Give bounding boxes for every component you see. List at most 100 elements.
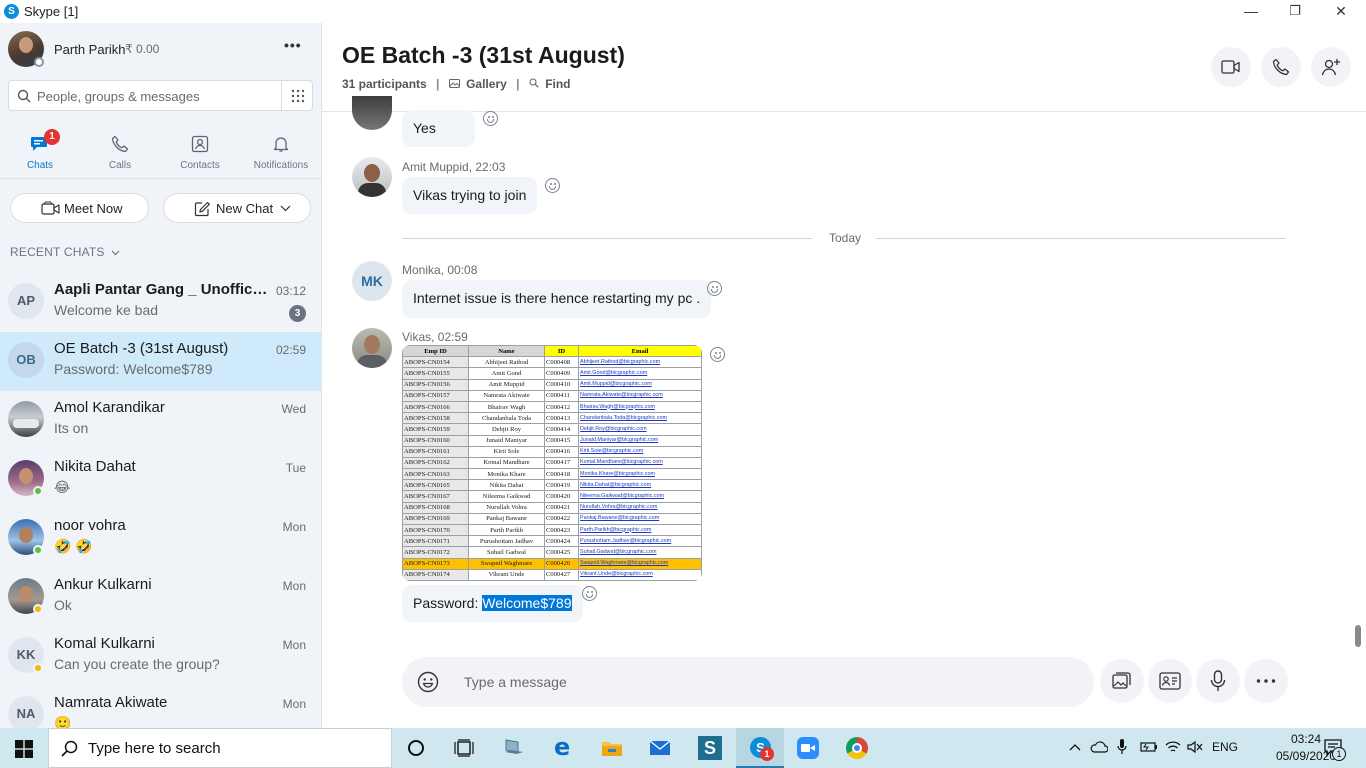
maximize-button[interactable]: ❐	[1272, 0, 1318, 23]
zoom-app-icon[interactable]	[784, 728, 832, 768]
share-contact-button[interactable]	[1148, 659, 1192, 703]
chat-item-komal-kulkarni[interactable]: KK Komal Kulkarni Can you create the gro…	[0, 627, 321, 686]
find-link[interactable]: Find	[545, 77, 570, 91]
spreadsheet-body: ABOPS-CN0154 Abhijeet Rathod C000408 Abhije…	[402, 356, 702, 581]
close-button[interactable]: ✕	[1318, 0, 1364, 23]
message-bubble[interactable]: Password: Welcome$789	[402, 585, 583, 622]
search-input[interactable]	[37, 87, 277, 105]
chat-item-nikita-dahat[interactable]: Nikita Dahat 😂 Tue	[0, 450, 321, 509]
chat-item-amol-karandikar[interactable]: Amol Karandikar Its on Wed	[0, 391, 321, 450]
volume-muted-icon[interactable]	[1187, 740, 1203, 754]
add-participant-button[interactable]	[1311, 47, 1351, 87]
tab-contacts[interactable]: Contacts	[160, 127, 240, 177]
id-cell: C000424	[544, 535, 579, 548]
conversation-title[interactable]: OE Batch -3 (31st August)	[342, 42, 625, 69]
add-reaction-icon[interactable]	[545, 178, 560, 193]
id-cell: C000408	[544, 356, 579, 369]
tab-calls[interactable]: Calls	[80, 127, 160, 177]
chat-item-aapli-pantar-gang[interactable]: AP Aapli Pantar Gang _ Unoffici... Welco…	[0, 273, 321, 332]
sway-app-icon[interactable]: S	[686, 728, 734, 768]
task-view-icon[interactable]	[440, 728, 488, 768]
profile-more-button[interactable]: •••	[284, 37, 302, 53]
sender-name: Vikas, 02:59	[402, 330, 468, 344]
message-bubble[interactable]: Internet issue is there hence restarting…	[402, 280, 712, 318]
language-indicator[interactable]: ENG	[1212, 740, 1238, 754]
name-cell: Monika Khare	[468, 468, 545, 481]
taskbar-search-box[interactable]: Type here to search	[48, 728, 392, 768]
microphone-icon	[1210, 670, 1226, 691]
add-reaction-icon[interactable]	[707, 281, 722, 296]
add-reaction-icon[interactable]	[483, 111, 498, 126]
new-chat-button[interactable]: New Chat	[163, 193, 311, 223]
windows-taskbar: Type here to search e S S 1 ENG 03:24 05…	[0, 728, 1366, 768]
recent-chats-header[interactable]: RECENT CHATS	[10, 245, 120, 259]
profile-credit[interactable]: ₹ 0.00	[125, 42, 159, 56]
tab-chats[interactable]: 1 Chats	[0, 127, 80, 177]
message-composer[interactable]	[402, 657, 1094, 707]
spreadsheet-row: ABOPS-CN0158 Chandanbala Toda C000413 Chand…	[402, 412, 702, 425]
email-cell: Nikita.Dahat@bicgraphic.com	[578, 479, 702, 492]
more-dots-icon	[1256, 679, 1276, 683]
name-cell: Bhairav Wagh	[468, 400, 545, 414]
tab-notifications[interactable]: Notifications	[241, 127, 321, 177]
spreadsheet-row: ABOPS-CN0157 Namrata Akiwate C000411 Namrat…	[402, 389, 702, 402]
message-bubble[interactable]: Vikas trying to join	[402, 177, 538, 214]
voice-message-button[interactable]	[1196, 659, 1240, 703]
contacts-icon	[191, 135, 209, 153]
add-reaction-icon[interactable]	[582, 586, 597, 601]
share-media-button[interactable]	[1100, 659, 1144, 703]
contact-card-icon	[1159, 672, 1181, 690]
message-bubble[interactable]: Yes	[402, 110, 475, 147]
emp-id-cell: ABOPS-CN0169	[402, 512, 469, 526]
sender-avatar[interactable]	[352, 96, 392, 130]
mail-icon[interactable]	[636, 728, 684, 768]
video-call-button[interactable]	[1211, 47, 1251, 87]
onedrive-icon[interactable]	[1090, 741, 1108, 753]
conversation-meta: 31 participants | Gallery | Find	[342, 77, 571, 91]
windows-start-icon[interactable]	[15, 740, 33, 758]
edge-browser-icon[interactable]: e	[540, 728, 588, 768]
chrome-browser-icon[interactable]	[832, 728, 880, 768]
name-cell: Nurullah Vohra	[468, 501, 545, 514]
more-options-button[interactable]	[1244, 659, 1288, 703]
meta-separator: |	[436, 77, 440, 91]
sender-avatar[interactable]	[352, 328, 392, 368]
video-camera-icon	[41, 201, 60, 215]
profile-name[interactable]: Parth Parikh	[54, 42, 126, 57]
wifi-icon[interactable]	[1165, 740, 1181, 754]
chat-item-ankur-kulkarni[interactable]: Ankur Kulkarni Ok Mon	[0, 568, 321, 627]
chat-item-oe-batch[interactable]: OB OE Batch -3 (31st August) Password: W…	[0, 332, 321, 391]
audio-call-button[interactable]	[1261, 47, 1301, 87]
shared-image-spreadsheet[interactable]: Emp ID Name ID Email ABOPS-CN0154 Abhijee…	[402, 345, 702, 581]
message-input[interactable]	[464, 672, 1064, 692]
chat-name: Ankur Kulkarni	[54, 576, 152, 593]
chevron-up-icon[interactable]	[1069, 743, 1081, 751]
emp-id-cell: ABOPS-CN0170	[402, 523, 469, 537]
skype-taskbar-icon[interactable]: S 1	[736, 728, 784, 768]
emoji-icon[interactable]	[417, 671, 439, 693]
file-explorer-icon[interactable]	[588, 728, 636, 768]
dialpad-icon[interactable]	[291, 89, 305, 103]
name-cell: Nileema Gaikwad	[468, 490, 545, 503]
device-icon[interactable]	[490, 728, 538, 768]
skype-taskbar-badge: 1	[760, 747, 774, 761]
name-cell: Kirti Sole	[468, 445, 545, 458]
sender-avatar[interactable]	[352, 157, 392, 197]
participants-link[interactable]: 31 participants	[342, 77, 427, 91]
sender-avatar[interactable]: MK	[352, 261, 392, 301]
scrollbar-thumb[interactable]	[1355, 625, 1361, 647]
chat-time: Mon	[282, 579, 306, 593]
microphone-icon[interactable]	[1117, 739, 1127, 755]
notification-count: 1	[1332, 747, 1346, 761]
search-box[interactable]	[8, 80, 313, 111]
add-person-icon	[1321, 59, 1340, 76]
meet-now-button[interactable]: Meet Now	[10, 193, 149, 223]
chat-item-noor-vohra[interactable]: noor vohra 🤣 🤣 Mon	[0, 509, 321, 568]
add-reaction-icon[interactable]	[710, 347, 725, 362]
chat-item-namrata-akiwate[interactable]: NA Namrata Akiwate 🙂 Mon	[0, 686, 321, 728]
chat-preview: Can you create the group?	[54, 656, 220, 672]
minimize-button[interactable]: —	[1228, 0, 1274, 23]
cortana-icon[interactable]	[392, 728, 440, 768]
battery-icon[interactable]	[1140, 741, 1158, 753]
gallery-link[interactable]: Gallery	[466, 77, 507, 91]
